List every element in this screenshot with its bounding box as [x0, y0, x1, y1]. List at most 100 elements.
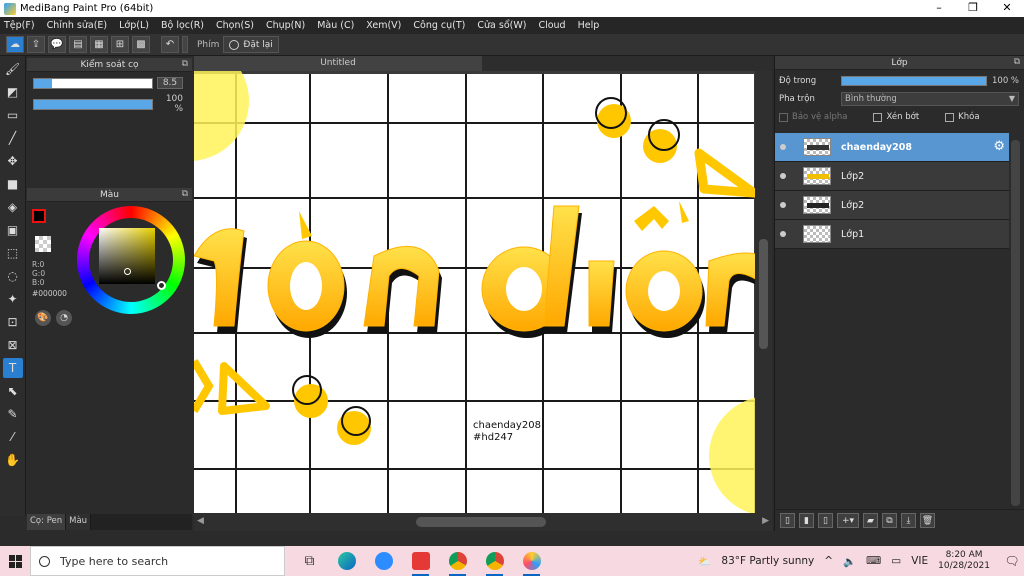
windows-start-icon[interactable]	[0, 546, 30, 576]
text-tool-icon[interactable]: T	[2, 358, 23, 378]
brush-size-slider[interactable]	[33, 77, 153, 89]
new-8bit-layer-icon[interactable]: ▯	[818, 513, 833, 528]
color-history-icon[interactable]: ◔	[56, 310, 72, 326]
menu-edit[interactable]: Chỉnh sửa(E)	[47, 20, 108, 31]
lasso-tool-icon[interactable]: ◌	[3, 266, 23, 286]
upload-icon[interactable]: ⇪	[27, 36, 45, 53]
fill-rect-tool-icon[interactable]: ■	[3, 174, 23, 194]
menu-color[interactable]: Màu (C)	[317, 20, 354, 31]
scroll-right-icon[interactable]: ▶	[762, 516, 769, 526]
clipping-checkbox[interactable]: Xén bớt	[873, 112, 919, 122]
magic-wand-tool-icon[interactable]: ✦	[3, 289, 23, 309]
tab-brush[interactable]: Cọ: Pen	[27, 514, 67, 530]
cloud-icon[interactable]: ☁	[6, 36, 24, 53]
scroll-left-icon[interactable]: ◀	[197, 516, 204, 526]
tab-color[interactable]: Màu	[66, 514, 92, 530]
layer-row[interactable]: Lớp2	[775, 162, 1009, 191]
hue-knob[interactable]	[157, 281, 166, 290]
gear-icon[interactable]: ⚙	[993, 139, 1005, 154]
blend-mode-select[interactable]: Bình thường ▼	[841, 92, 1019, 106]
notification-icon[interactable]: 🗨	[1000, 546, 1024, 576]
toolbar-handle[interactable]	[182, 36, 188, 53]
comment-icon[interactable]: 💬	[48, 36, 66, 53]
layer-list-scrollbar[interactable]	[1011, 140, 1020, 506]
folder-icon[interactable]: ▰	[863, 513, 878, 528]
monitor-icon[interactable]: ▭	[891, 555, 901, 567]
menu-help[interactable]: Help	[578, 20, 600, 31]
close-button[interactable]: ✕	[990, 0, 1024, 17]
page-icon[interactable]: ▦	[90, 36, 108, 53]
menu-filter[interactable]: Bộ lọc(R)	[161, 20, 204, 31]
duplicate-layer-icon[interactable]: ⧉	[882, 513, 897, 528]
popout-icon[interactable]: ⧉	[182, 59, 188, 69]
divide-tool-icon[interactable]: ✎	[3, 404, 23, 424]
operation-tool-icon[interactable]: ⬉	[3, 381, 23, 401]
add-layer-menu-icon[interactable]: +▾	[837, 513, 859, 528]
grid-menu-icon[interactable]: ⊞	[111, 36, 129, 53]
zoom-icon[interactable]	[365, 546, 402, 576]
protect-alpha-checkbox[interactable]: Bảo vệ alpha	[779, 112, 847, 122]
trash-icon[interactable]: 🗑	[920, 513, 935, 528]
eraser-tool-icon[interactable]: ◩	[3, 82, 23, 102]
layer-row[interactable]: Lớp2	[775, 191, 1009, 220]
transparent-color-swatch[interactable]	[35, 236, 51, 252]
document-tab[interactable]: Untitled	[194, 56, 482, 71]
minimize-button[interactable]: –	[922, 0, 956, 17]
menu-file[interactable]: Tệp(F)	[4, 20, 35, 31]
medibang-taskbar-icon[interactable]	[513, 546, 550, 576]
volume-icon[interactable]: 🔈	[843, 555, 856, 568]
palette-icon[interactable]: 🎨	[35, 310, 51, 326]
edge-icon[interactable]	[328, 546, 365, 576]
keyboard-icon[interactable]: ⌨	[866, 555, 881, 567]
visibility-icon[interactable]	[780, 144, 786, 150]
visibility-icon[interactable]	[780, 202, 786, 208]
weather-text[interactable]: 83°F Partly sunny	[721, 555, 814, 567]
menu-view[interactable]: Xem(V)	[366, 20, 401, 31]
wps-icon[interactable]	[402, 546, 439, 576]
horizontal-scroll-thumb[interactable]	[416, 517, 546, 527]
menu-tools[interactable]: Công cụ(T)	[413, 20, 465, 31]
menu-window[interactable]: Cửa sổ(W)	[477, 20, 526, 31]
reset-button[interactable]: Đặt lại	[223, 36, 279, 53]
weather-icon[interactable]: ⛅	[698, 555, 711, 568]
dot-tool-icon[interactable]: ╱	[3, 128, 23, 148]
menu-select[interactable]: Chọn(S)	[216, 20, 254, 31]
vertical-scroll-thumb[interactable]	[759, 239, 768, 349]
merge-layer-icon[interactable]: ⤓	[901, 513, 916, 528]
foreground-color-swatch[interactable]	[32, 209, 46, 223]
select-pen-tool-icon[interactable]: ⊡	[3, 312, 23, 332]
menu-layer[interactable]: Lớp(L)	[119, 20, 149, 31]
taskbar-search-box[interactable]: Type here to search	[30, 546, 285, 576]
menu-snap[interactable]: Chụp(N)	[266, 20, 305, 31]
task-view-icon[interactable]: ⧉	[291, 546, 328, 576]
language-indicator[interactable]: VIE	[911, 555, 928, 567]
undo-icon[interactable]: ↶	[161, 36, 179, 53]
maximize-button[interactable]: ❐	[956, 0, 990, 17]
popout-icon[interactable]: ⧉	[1014, 57, 1020, 67]
clock[interactable]: 8:20 AM 10/28/2021	[938, 550, 990, 572]
chrome-profile-icon[interactable]	[476, 546, 513, 576]
new-layer-icon[interactable]: ▯	[780, 513, 795, 528]
eyedropper-tool-icon[interactable]: ⁄	[3, 427, 23, 447]
popout-icon[interactable]: ⧉	[182, 189, 188, 199]
horizontal-scrollbar[interactable]: ◀ ▶	[194, 513, 772, 531]
bucket-tool-icon[interactable]: ◈	[3, 197, 23, 217]
select-tool-icon[interactable]: ⬚	[3, 243, 23, 263]
select-eraser-tool-icon[interactable]: ⊠	[3, 335, 23, 355]
brush-tool-icon[interactable]: 🖌	[3, 59, 23, 79]
visibility-icon[interactable]	[780, 173, 786, 179]
color-picker-cursor[interactable]	[124, 268, 131, 275]
vertical-scrollbar[interactable]	[755, 71, 772, 513]
brush-size-value[interactable]: 8.5	[157, 77, 183, 89]
tile-icon[interactable]: ▩	[132, 36, 150, 53]
message-icon[interactable]: ▤	[69, 36, 87, 53]
layer-opacity-slider[interactable]	[841, 76, 987, 86]
color-wheel[interactable]	[77, 206, 185, 314]
drawing-canvas[interactable]: chaenday208 #hd247	[194, 71, 772, 513]
new-halftone-layer-icon[interactable]: ▮	[799, 513, 814, 528]
hand-tool-icon[interactable]: ✋	[3, 450, 23, 470]
rectangle-tool-icon[interactable]: ▭	[3, 105, 23, 125]
chrome-icon[interactable]	[439, 546, 476, 576]
menu-cloud[interactable]: Cloud	[538, 20, 565, 31]
visibility-icon[interactable]	[780, 231, 786, 237]
